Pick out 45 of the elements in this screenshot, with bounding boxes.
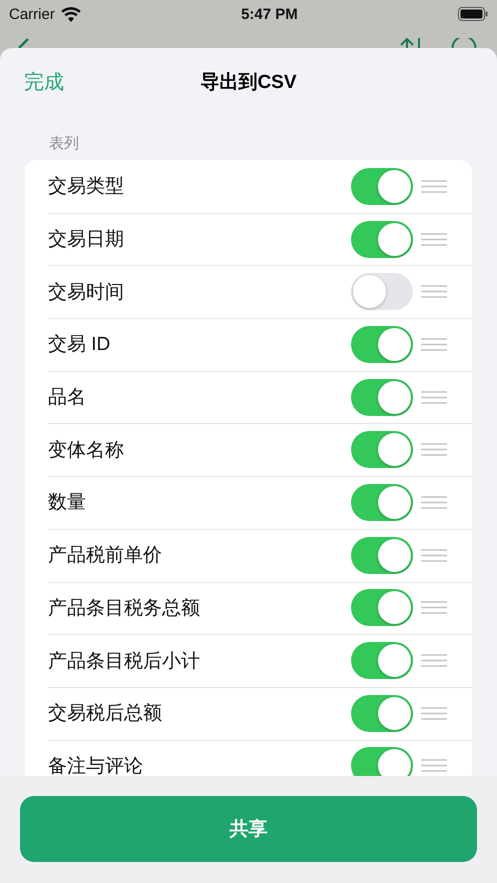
toggle-switch[interactable] (351, 694, 413, 732)
toggle-switch[interactable] (351, 536, 413, 574)
drag-handle-icon[interactable] (421, 706, 447, 720)
toggle-switch[interactable] (351, 747, 413, 776)
carrier-name: Carrier (9, 6, 55, 22)
toggle-switch[interactable] (351, 326, 413, 363)
column-label: 交易日期 (48, 228, 125, 252)
drag-handle-icon[interactable] (421, 180, 447, 193)
drag-handle-icon[interactable] (421, 654, 447, 668)
column-label: 交易类型 (48, 175, 125, 200)
drag-handle-icon[interactable] (421, 601, 447, 614)
column-label: 数量 (48, 491, 87, 516)
column-label: 品名 (48, 386, 87, 410)
toggle-switch[interactable] (351, 220, 413, 258)
column-label: 变体名称 (48, 438, 125, 463)
column-label: 备注与评论 (48, 754, 144, 776)
drag-handle-icon[interactable] (421, 285, 447, 298)
column-label: 产品条目税务总额 (48, 596, 201, 621)
column-label: 交易 ID (48, 333, 112, 358)
drag-handle-icon[interactable] (421, 390, 447, 404)
toggle-switch[interactable] (351, 589, 413, 626)
drag-handle-icon[interactable] (421, 338, 447, 351)
wifi-icon (60, 6, 81, 22)
drag-handle-icon[interactable] (421, 759, 447, 772)
battery-icon (458, 7, 488, 21)
toggle-switch[interactable] (351, 431, 413, 468)
section-header: 表列 (49, 135, 79, 152)
drag-handle-icon[interactable] (421, 232, 447, 246)
column-label: 产品条目税后小计 (48, 650, 201, 674)
toggle-switch[interactable] (351, 273, 413, 310)
toggle-switch[interactable] (351, 378, 413, 416)
drag-handle-icon[interactable] (421, 548, 447, 562)
column-label: 交易税后总额 (48, 702, 163, 726)
column-label: 交易时间 (48, 280, 125, 305)
toggle-switch[interactable] (351, 484, 413, 521)
drag-handle-icon[interactable] (421, 443, 447, 456)
column-label: 产品税前单价 (48, 544, 163, 568)
clock-time: 5:47 PM (241, 6, 298, 22)
toggle-switch[interactable] (351, 168, 413, 205)
sheet-title: 导出到CSV (200, 71, 297, 95)
toggle-switch[interactable] (351, 642, 413, 680)
done-button[interactable]: 完成 (24, 68, 64, 96)
drag-handle-icon[interactable] (421, 496, 447, 509)
back-chevron-icon[interactable] (16, 38, 30, 48)
share-button[interactable]: 共享 (20, 796, 477, 862)
